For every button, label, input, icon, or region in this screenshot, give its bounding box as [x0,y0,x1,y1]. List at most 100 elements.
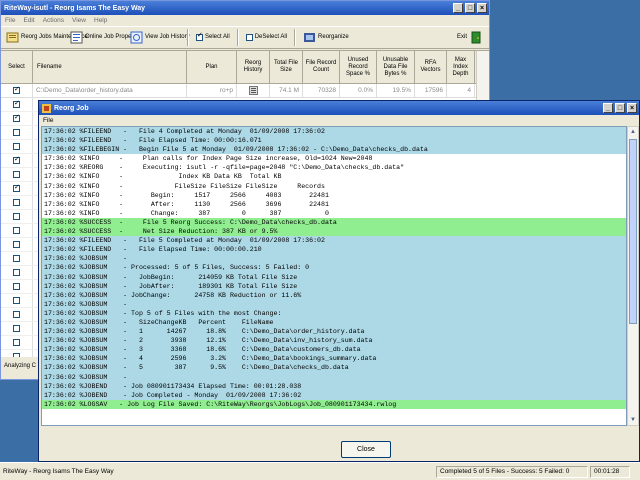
row-checkbox[interactable] [13,85,20,94]
row-checkbox[interactable] [13,183,20,192]
col-filename[interactable]: Filename [33,51,187,83]
row-select-cell[interactable] [1,224,33,237]
scroll-thumb[interactable] [629,139,637,324]
scroll-down-arrow-icon[interactable]: ▼ [628,415,638,425]
row-checkbox[interactable] [13,99,20,108]
status-summary: Completed 5 of 5 Files - Success: 5 Fail… [436,465,588,478]
row-checkbox[interactable] [13,297,20,304]
maximize-button[interactable]: □ [465,3,475,13]
row-checkbox[interactable] [13,311,20,318]
online-job-properties-button[interactable]: Online Job Properties [67,30,143,45]
log-line: 17:36:02 %JOBEND - Job Completed - Monda… [42,390,626,400]
row-select-cell[interactable] [1,336,33,349]
reorg-jobs-maintenance-button[interactable]: Reorg Jobs Maintenance [3,30,88,45]
minimize-button[interactable]: _ [453,3,463,13]
exit-label: Exit [456,34,467,40]
row-checkbox[interactable] [13,213,20,220]
row-select-cell[interactable] [1,294,33,307]
col-file-record-count[interactable]: File Record Count [303,51,340,83]
close-window-button[interactable]: × [477,3,487,13]
menu-view[interactable]: View [72,17,86,24]
main-window-title: RiteWay-isutl - Reorg Isams The Easy Way [4,4,146,12]
row-select-cell[interactable] [1,238,33,251]
row-checkbox[interactable] [13,155,20,164]
row-select-cell[interactable] [1,126,33,139]
row-checkbox[interactable] [13,113,20,122]
log-line: 17:36:02 %JOBSUM - Top 5 of 5 Files with… [42,308,626,318]
log-line: 17:36:02 %SUCCESS - File 5 Reorg Success… [42,217,626,228]
row-checkbox[interactable] [13,283,20,290]
row-select-cell[interactable] [1,322,33,335]
row-checkbox[interactable] [13,325,20,332]
log-line: 17:36:02 %FILEEND - File 5 Completed at … [42,236,626,246]
menu-actions[interactable]: Actions [43,17,64,24]
log-line: 17:36:02 %FILEEND - File 4 Completed at … [42,127,626,137]
row-checkbox[interactable] [13,339,20,346]
col-unusable-data-file-bytes[interactable]: Unusable Data File Bytes % [377,51,415,83]
row-select-cell[interactable] [1,280,33,293]
log-line: 17:36:02 %JOBSUM - 1 14267 18.8% C:\Demo… [42,327,626,337]
toolbar-separator [187,29,189,46]
row-select-cell[interactable] [1,98,33,111]
row-select-cell[interactable] [1,252,33,265]
log-line: 17:36:02 %JOBSUM - [42,372,626,382]
view-job-history-button[interactable]: View Job History [127,30,190,45]
row-checkbox[interactable] [13,171,20,178]
col-select[interactable]: Select [1,51,33,83]
close-button[interactable]: Close [341,441,391,458]
row-select-cell[interactable] [1,196,33,209]
cell-reorg-history[interactable] [237,84,270,97]
dialog-maximize-button[interactable]: □ [615,103,625,113]
col-total-file-size[interactable]: Total File Size [270,51,303,83]
dialog-titlebar[interactable]: Reorg Job _ □ × [39,101,639,115]
log-line: 17:36:02 %INFO - Plan calls for Index Pa… [42,154,626,164]
log-scrollbar[interactable]: ▲ ▼ [627,126,639,426]
row-select-cell[interactable] [1,182,33,195]
col-reorg-history[interactable]: Reorg History [237,51,270,83]
deselect-all-button[interactable]: DeSelect All [243,33,290,42]
main-titlebar[interactable]: RiteWay-isutl - Reorg Isams The Easy Way… [1,1,489,15]
exit-button[interactable]: Exit [454,30,485,45]
dialog-close-x-button[interactable]: × [627,103,637,113]
job-log-view[interactable]: 17:36:02 %FILEEND - File 4 Completed at … [41,126,627,426]
log-line: 17:36:02 %INFO - Begin: 1517 2566 4083 2… [42,190,626,200]
bottom-statusbar: RiteWay - Reorg Isams The Easy Way Compl… [0,462,640,480]
dialog-minimize-button[interactable]: _ [603,103,613,113]
row-checkbox[interactable] [13,255,20,262]
row-checkbox[interactable] [13,143,20,150]
scroll-up-arrow-icon[interactable]: ▲ [628,127,638,137]
log-line: 17:36:02 %INFO - After: 1130 2566 3696 2… [42,199,626,209]
log-line: 17:36:02 %JOBSUM - Processed: 5 of 5 Fil… [42,263,626,273]
col-plan[interactable]: Plan [187,51,237,83]
row-checkbox[interactable] [13,129,20,136]
col-rfa-vectors[interactable]: RFA Vectors [415,51,447,83]
log-line: 17:36:02 %JOBSUM - SizeChangeKB Percent … [42,317,626,328]
reorganize-button[interactable]: Reorganize [300,30,352,45]
select-all-label: Select All [205,34,230,40]
menu-help[interactable]: Help [94,17,107,24]
row-checkbox[interactable] [13,199,20,206]
properties-icon [70,31,83,44]
row-select-cell[interactable] [1,210,33,223]
row-checkbox[interactable] [13,241,20,248]
table-row[interactable]: C:\Demo_Data\order_history.data ro+p 74.… [1,84,489,98]
log-line: 17:36:02 %SUCCESS - Net Size Reduction: … [42,227,626,237]
row-select-cell[interactable] [1,154,33,167]
row-select-cell[interactable] [1,84,33,97]
row-checkbox[interactable] [13,227,20,234]
row-select-cell[interactable] [1,266,33,279]
dialog-menu-file[interactable]: File [43,117,53,124]
log-line: 17:36:02 %FILEEND - File Elapsed Time: 0… [42,245,626,255]
row-select-cell[interactable] [1,140,33,153]
col-unused-record-space[interactable]: Unused Record Space % [340,51,377,83]
row-select-cell[interactable] [1,168,33,181]
row-select-cell[interactable] [1,308,33,321]
row-checkbox[interactable] [13,269,20,276]
row-select-cell[interactable] [1,112,33,125]
menu-edit[interactable]: Edit [23,17,34,24]
col-max-index-depth[interactable]: Max Index Depth [447,51,475,83]
select-all-button[interactable]: Select All [193,32,233,42]
menu-file[interactable]: File [5,17,15,24]
select-all-checkbox-icon [196,32,203,41]
log-line: 17:36:02 %INFO - Change: 387 0 387 0 [42,208,626,218]
